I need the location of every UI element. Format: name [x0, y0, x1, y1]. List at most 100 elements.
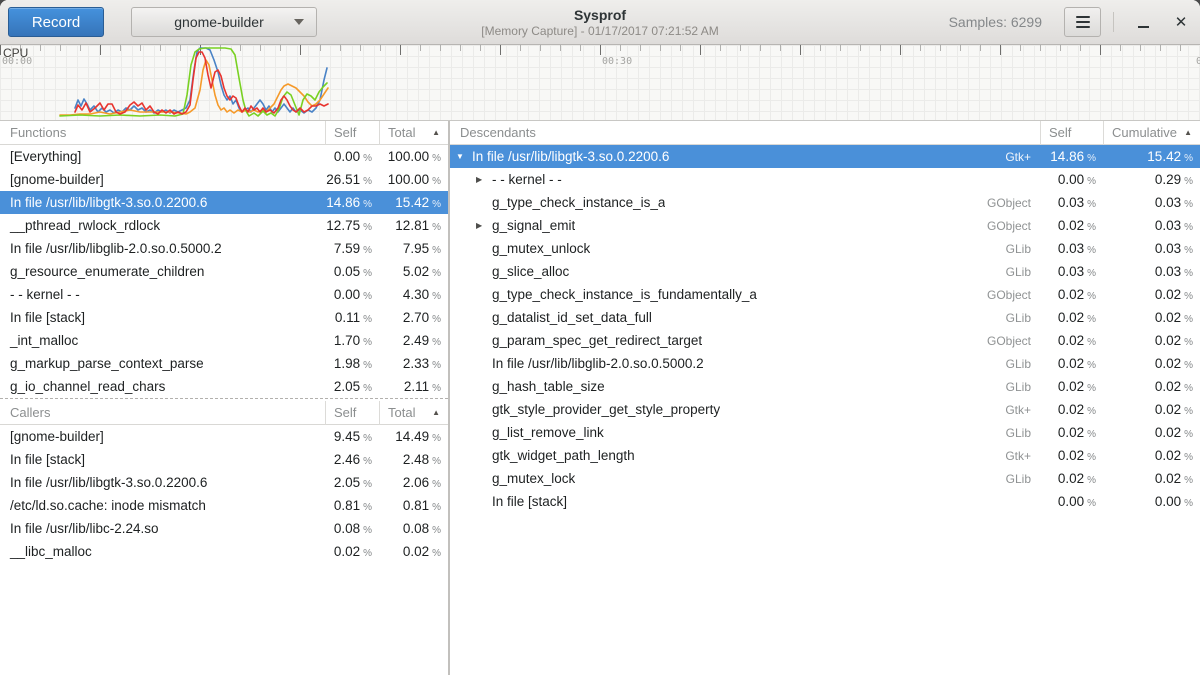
- table-row[interactable]: g_datalist_id_set_data_fullGLib0.02%0.02…: [450, 306, 1200, 329]
- table-row[interactable]: __pthread_rwlock_rdlock12.75%12.81%: [0, 214, 448, 237]
- table-row[interactable]: In file /usr/lib/libglib-2.0.so.0.5000.2…: [450, 352, 1200, 375]
- table-row[interactable]: g_mutex_lockGLib0.02%0.02%: [450, 467, 1200, 490]
- function-name-cell: In file [stack]: [0, 452, 325, 467]
- percent-value: 0.03: [1058, 264, 1084, 279]
- percent-unit: %: [363, 314, 372, 325]
- table-row[interactable]: g_markup_parse_context_parse1.98%2.33%: [0, 352, 448, 375]
- table-row[interactable]: g_type_check_instance_is_aGObject0.03%0.…: [450, 191, 1200, 214]
- percent-unit: %: [363, 199, 372, 210]
- library-badge: GLib: [1006, 380, 1040, 394]
- hamburger-icon: [1076, 26, 1090, 28]
- percent-value: 0.08: [334, 521, 360, 536]
- table-row[interactable]: g_io_channel_read_chars2.05%2.11%: [0, 375, 448, 398]
- percent-value: 2.11: [404, 379, 429, 394]
- descendant-name-cell: gtk_style_provider_get_style_propertyGtk…: [450, 402, 1040, 417]
- self-cell: 0.02%: [1040, 309, 1103, 327]
- table-row[interactable]: /etc/ld.so.cache: inode mismatch0.81%0.8…: [0, 494, 448, 517]
- collapsed-triangle-icon[interactable]: ▶: [476, 214, 492, 237]
- header-bar: Record gnome-builder Sysprof [Memory Cap…: [0, 0, 1200, 45]
- percent-value: 4.30: [403, 287, 429, 302]
- percent-value: 12.81: [395, 218, 429, 233]
- column-header-callers[interactable]: Callers: [0, 401, 325, 425]
- percent-value: 0.81: [403, 498, 429, 513]
- descendant-name-label: g_type_check_instance_is_a: [492, 195, 665, 210]
- cumulative-cell: 0.02%: [1103, 309, 1200, 327]
- table-row[interactable]: g_slice_allocGLib0.03%0.03%: [450, 260, 1200, 283]
- column-header-descendants[interactable]: Descendants: [450, 121, 1040, 145]
- table-row[interactable]: g_mutex_unlockGLib0.03%0.03%: [450, 237, 1200, 260]
- table-row[interactable]: In file [stack]0.11%2.70%: [0, 306, 448, 329]
- time-tick-label: 00:00: [2, 56, 32, 67]
- table-row[interactable]: g_hash_table_sizeGLib0.02%0.02%: [450, 375, 1200, 398]
- total-cell: 2.11%: [379, 378, 448, 396]
- library-badge: GLib: [1006, 311, 1040, 325]
- table-row[interactable]: In file /usr/lib/libc-2.24.so0.08%0.08%: [0, 517, 448, 540]
- percent-value: 2.70: [403, 310, 429, 325]
- cumulative-cell: 15.42%: [1103, 148, 1200, 166]
- descendant-name-cell: g_mutex_unlockGLib: [450, 241, 1040, 256]
- descendant-name-cell: g_type_check_instance_is_fundamentally_a…: [450, 287, 1040, 302]
- column-header-total[interactable]: Total▲: [379, 121, 448, 145]
- self-cell: 0.02%: [1040, 447, 1103, 465]
- column-header-self[interactable]: Self: [325, 401, 379, 425]
- percent-value: 0.02: [334, 544, 360, 559]
- close-button[interactable]: ✕: [1162, 7, 1200, 37]
- column-header-cumulative[interactable]: Cumulative▲: [1103, 121, 1200, 145]
- table-row[interactable]: ▶- - kernel - -0.00%0.29%: [450, 168, 1200, 191]
- column-header-self[interactable]: Self: [1040, 121, 1103, 145]
- library-badge: GLib: [1006, 357, 1040, 371]
- table-row[interactable]: [gnome-builder]9.45%14.49%: [0, 425, 448, 448]
- percent-unit: %: [432, 360, 441, 371]
- table-row[interactable]: [Everything]0.00%100.00%: [0, 145, 448, 168]
- table-row[interactable]: In file /usr/lib/libgtk-3.so.0.2200.62.0…: [0, 471, 448, 494]
- table-row[interactable]: _int_malloc1.70%2.49%: [0, 329, 448, 352]
- library-badge: Gtk+: [1005, 403, 1040, 417]
- percent-value: 12.75: [326, 218, 360, 233]
- table-row[interactable]: g_list_remove_linkGLib0.02%0.02%: [450, 421, 1200, 444]
- column-header-total[interactable]: Total▲: [379, 401, 448, 425]
- table-row[interactable]: In file [stack]0.00%0.00%: [450, 490, 1200, 513]
- right-pane-empty-area: [450, 513, 1200, 675]
- percent-value: 7.95: [403, 241, 429, 256]
- table-row[interactable]: - - kernel - -0.00%4.30%: [0, 283, 448, 306]
- table-row[interactable]: [gnome-builder]26.51%100.00%: [0, 168, 448, 191]
- percent-unit: %: [1184, 360, 1193, 371]
- percent-unit: %: [1184, 268, 1193, 279]
- menu-button[interactable]: [1064, 7, 1101, 37]
- table-row[interactable]: __libc_malloc0.02%0.02%: [0, 540, 448, 563]
- column-header-self[interactable]: Self: [325, 121, 379, 145]
- function-name-cell: In file [stack]: [0, 310, 325, 325]
- record-button[interactable]: Record: [8, 7, 104, 37]
- table-row[interactable]: In file /usr/lib/libgtk-3.so.0.2200.614.…: [0, 191, 448, 214]
- percent-unit: %: [1184, 245, 1193, 256]
- table-row[interactable]: g_param_spec_get_redirect_targetGObject0…: [450, 329, 1200, 352]
- percent-unit: %: [1184, 429, 1193, 440]
- expanded-triangle-icon[interactable]: ▼: [456, 145, 472, 168]
- table-row[interactable]: g_type_check_instance_is_fundamentally_a…: [450, 283, 1200, 306]
- collapsed-triangle-icon[interactable]: ▶: [476, 168, 492, 191]
- percent-value: 0.02: [1058, 471, 1084, 486]
- percent-unit: %: [363, 525, 372, 536]
- table-row[interactable]: ▼In file /usr/lib/libgtk-3.so.0.2200.6Gt…: [450, 145, 1200, 168]
- process-selector-dropdown[interactable]: gnome-builder: [131, 7, 317, 37]
- table-row[interactable]: In file [stack]2.46%2.48%: [0, 448, 448, 471]
- percent-unit: %: [1184, 176, 1193, 187]
- table-row[interactable]: gtk_style_provider_get_style_propertyGtk…: [450, 398, 1200, 421]
- percent-value: 0.05: [334, 264, 360, 279]
- percent-unit: %: [363, 456, 372, 467]
- descendant-name-cell: gtk_widget_path_lengthGtk+: [450, 448, 1040, 463]
- table-row[interactable]: gtk_widget_path_lengthGtk+0.02%0.02%: [450, 444, 1200, 467]
- descendant-name-cell: ▶g_signal_emitGObject: [450, 214, 1040, 237]
- table-row[interactable]: g_resource_enumerate_children0.05%5.02%: [0, 260, 448, 283]
- table-header-row: DescendantsSelfCumulative▲: [450, 121, 1200, 145]
- self-cell: 1.98%: [325, 355, 379, 373]
- percent-unit: %: [363, 222, 372, 233]
- minimize-button[interactable]: [1124, 7, 1162, 37]
- table-row[interactable]: In file /usr/lib/libglib-2.0.so.0.5000.2…: [0, 237, 448, 260]
- table-row[interactable]: ▶g_signal_emitGObject0.02%0.03%: [450, 214, 1200, 237]
- column-header-functions[interactable]: Functions: [0, 121, 325, 145]
- descendant-name-cell: g_type_check_instance_is_aGObject: [450, 195, 1040, 210]
- percent-value: 0.02: [1155, 333, 1181, 348]
- percent-unit: %: [432, 337, 441, 348]
- cpu-graph[interactable]: CPU 00:0000:3001:00: [0, 45, 1200, 121]
